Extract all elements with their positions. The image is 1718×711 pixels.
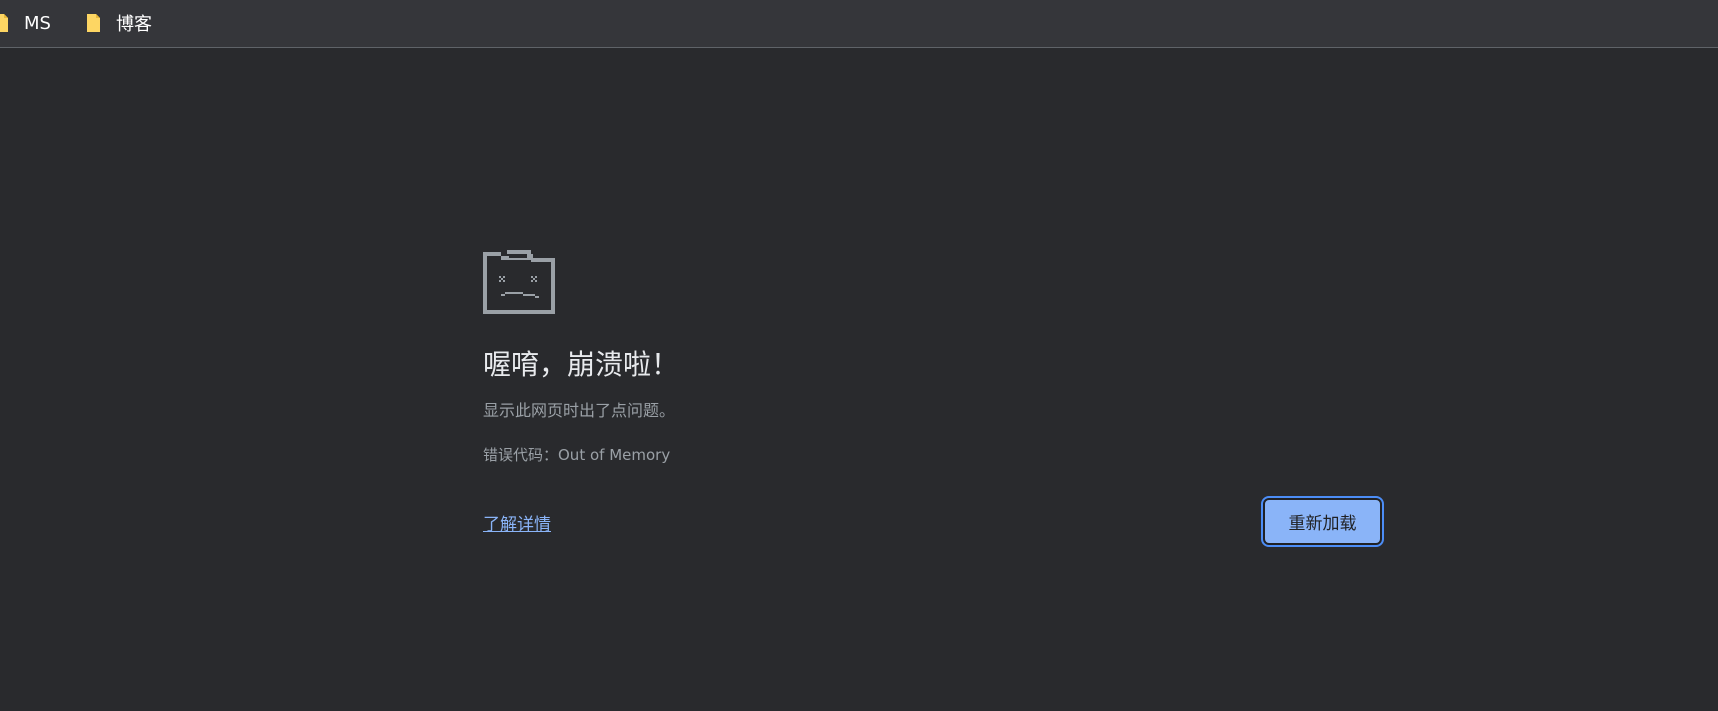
bookmark-label: MS bbox=[24, 12, 51, 34]
error-code: 错误代码：Out of Memory bbox=[483, 446, 671, 464]
reload-button[interactable]: 重新加载 bbox=[1261, 496, 1384, 547]
bookmark-blog[interactable]: 博客 bbox=[86, 0, 152, 46]
bookmark-label: 博客 bbox=[116, 14, 152, 35]
crash-subtitle: 显示此网页时出了点问题。 bbox=[483, 401, 676, 420]
crash-content: 喔唷，崩溃啦！ 显示此网页时出了点问题。 错误代码：Out of Memory … bbox=[483, 250, 1384, 547]
folder-icon bbox=[0, 13, 10, 33]
crash-title: 喔唷，崩溃啦！ bbox=[483, 348, 680, 381]
bookmark-ms[interactable]: MS bbox=[0, 0, 51, 46]
sad-folder-icon bbox=[483, 250, 555, 314]
bookmarks-bar: MS 博客 bbox=[0, 0, 1718, 48]
learn-more-link[interactable]: 了解详情 bbox=[483, 510, 551, 535]
folder-icon bbox=[86, 13, 102, 33]
